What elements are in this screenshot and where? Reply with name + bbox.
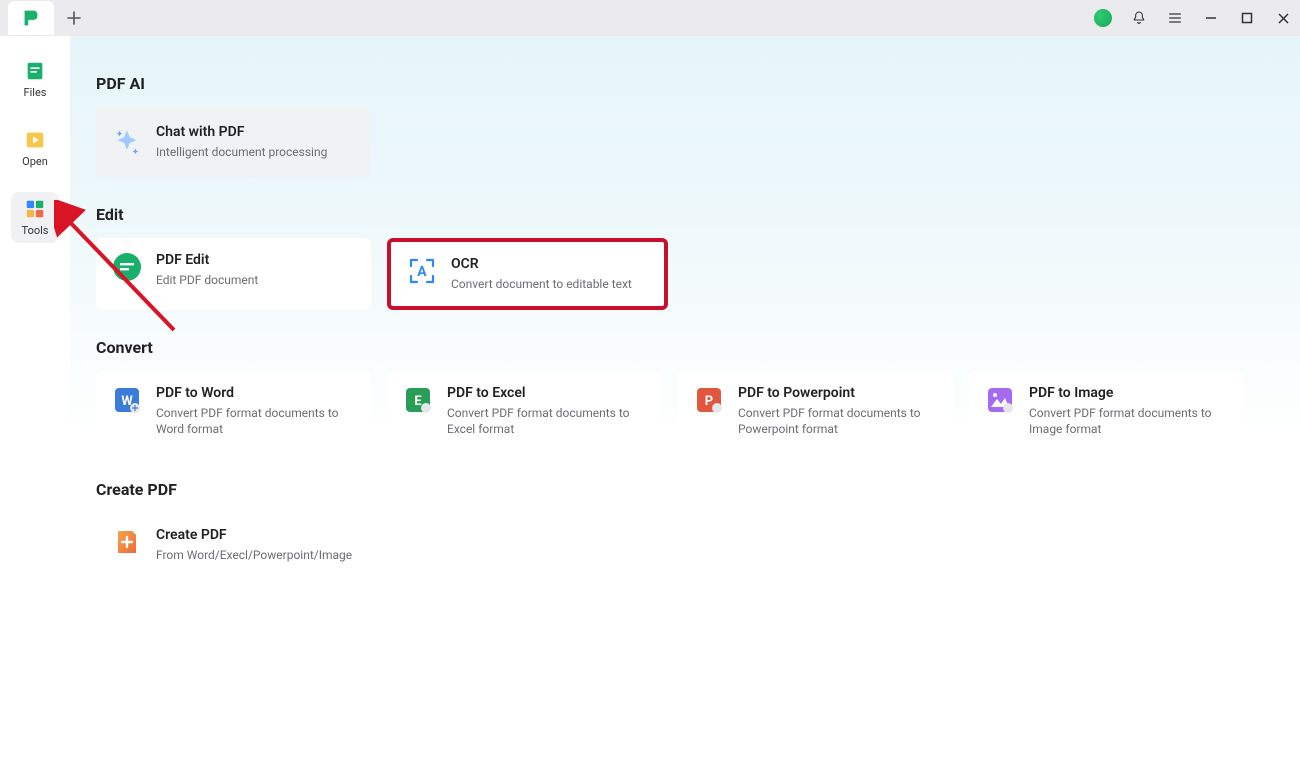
card-title: Chat with PDF (156, 124, 327, 140)
sidebar-item-label: Files (24, 86, 47, 99)
word-icon: W (112, 385, 142, 415)
card-pdf-to-word[interactable]: W PDF to Word Convert PDF format documen… (96, 371, 371, 451)
app-logo-icon (20, 7, 42, 29)
card-title: PDF to Excel (447, 385, 646, 401)
section-title-create: Create PDF (96, 480, 1274, 499)
excel-icon: E (403, 385, 433, 415)
main-content: PDF AI Chat with PDF Intelligent documen… (70, 36, 1300, 770)
card-create-pdf[interactable]: Create PDF From Word/Execl/Powerpoint/Im… (96, 513, 371, 583)
svg-text:E: E (414, 394, 422, 409)
card-chat-with-pdf[interactable]: Chat with PDF Intelligent document proce… (96, 107, 371, 177)
card-desc: Convert PDF format documents to Excel fo… (447, 405, 646, 437)
powerpoint-icon: P (694, 385, 724, 415)
tools-grid-icon (24, 198, 46, 220)
titlebar-right (1094, 9, 1292, 27)
card-title: PDF to Word (156, 385, 355, 401)
titlebar (0, 0, 1300, 36)
create-pdf-icon (112, 527, 142, 557)
card-pdf-to-powerpoint[interactable]: P PDF to Powerpoint Convert PDF format d… (678, 371, 953, 451)
maximize-button[interactable] (1238, 9, 1256, 27)
section-title-edit: Edit (96, 205, 1274, 224)
open-folder-icon (24, 129, 46, 151)
new-tab-button[interactable] (62, 6, 86, 30)
close-button[interactable] (1274, 9, 1292, 27)
card-desc: Convert document to editable text (451, 276, 632, 292)
card-ocr[interactable]: A OCR Convert document to editable text (387, 238, 668, 310)
card-desc: Convert PDF format documents to Word for… (156, 405, 355, 437)
user-avatar[interactable] (1094, 9, 1112, 27)
image-icon (985, 385, 1015, 415)
section-title-convert: Convert (96, 338, 1274, 357)
titlebar-left (8, 1, 86, 35)
card-desc: Convert PDF format documents to Powerpoi… (738, 405, 937, 437)
card-desc: Convert PDF format documents to Image fo… (1029, 405, 1228, 437)
minimize-button[interactable] (1202, 9, 1220, 27)
ai-sparkle-icon (112, 127, 142, 157)
notification-bell-icon[interactable] (1130, 9, 1148, 27)
hamburger-menu-icon[interactable] (1166, 9, 1184, 27)
sidebar-item-tools[interactable]: Tools (11, 192, 59, 243)
sidebar-item-label: Tools (22, 224, 49, 237)
pdf-edit-icon (112, 252, 142, 282)
sidebar: Files Open Tools (0, 36, 70, 770)
active-tab[interactable] (8, 1, 54, 35)
card-title: PDF Edit (156, 252, 258, 268)
card-title: PDF to Powerpoint (738, 385, 937, 401)
card-title: OCR (451, 256, 632, 272)
card-desc: Intelligent document processing (156, 144, 327, 160)
sidebar-item-files[interactable]: Files (11, 54, 59, 105)
sidebar-item-open[interactable]: Open (11, 123, 59, 174)
section-title-pdf-ai: PDF AI (96, 74, 1274, 93)
card-pdf-edit[interactable]: PDF Edit Edit PDF document (96, 238, 371, 310)
plus-icon (67, 11, 81, 25)
card-title: PDF to Image (1029, 385, 1228, 401)
sidebar-item-label: Open (22, 155, 48, 168)
files-icon (24, 60, 46, 82)
card-pdf-to-image[interactable]: PDF to Image Convert PDF format document… (969, 371, 1244, 451)
card-title: Create PDF (156, 527, 352, 543)
svg-text:A: A (417, 264, 427, 280)
card-pdf-to-excel[interactable]: E PDF to Excel Convert PDF format docume… (387, 371, 662, 451)
svg-text:P: P (705, 394, 713, 409)
ocr-scan-icon: A (407, 256, 437, 286)
card-desc: From Word/Execl/Powerpoint/Image (156, 547, 352, 563)
card-desc: Edit PDF document (156, 272, 258, 288)
